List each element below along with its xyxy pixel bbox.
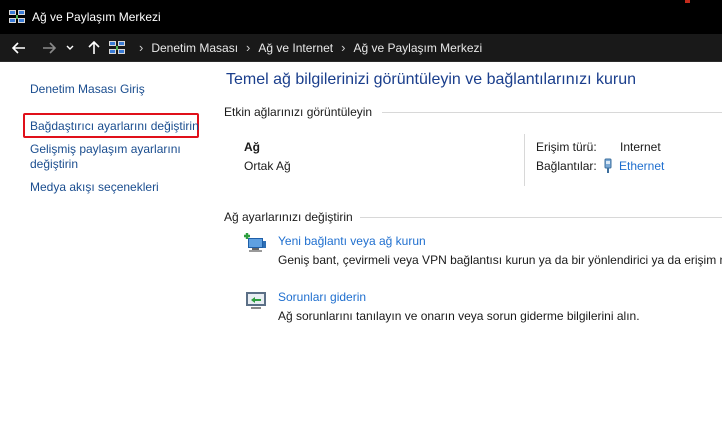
troubleshoot-icon	[246, 292, 266, 309]
new-connection-description: Geniş bant, çevirmeli veya VPN bağlantıs…	[278, 253, 722, 267]
network-center-icon	[9, 10, 25, 23]
up-button[interactable]	[84, 38, 104, 58]
main-content: Temel ağ bilgilerinizi görüntüleyin ve b…	[218, 62, 722, 422]
forward-button[interactable]	[39, 38, 59, 58]
sidebar-item-advanced-sharing-cont[interactable]: değiştirin	[30, 157, 78, 172]
navigation-bar: › Denetim Masası › Ağ ve Internet › Ağ v…	[0, 34, 722, 62]
breadcrumb-separator-icon[interactable]: ›	[238, 37, 258, 59]
breadcrumb-separator-icon[interactable]: ›	[333, 37, 353, 59]
ethernet-link[interactable]: Ethernet	[619, 159, 664, 173]
ethernet-connection[interactable]: Ethernet	[603, 158, 664, 174]
arrow-up-icon	[88, 41, 100, 54]
access-type-value: Internet	[620, 140, 661, 154]
change-settings-heading: Ağ ayarlarınızı değiştirin	[224, 210, 353, 224]
section-divider	[360, 217, 722, 218]
sidebar-item-control-panel-home[interactable]: Denetim Masası Giriş	[30, 82, 145, 97]
network-category[interactable]: Ortak Ağ	[244, 159, 291, 173]
sidebar: Denetim Masası Giriş Bağdaştırıcı ayarla…	[0, 62, 218, 422]
recent-locations-button[interactable]	[63, 38, 77, 58]
breadcrumb-network-sharing-center[interactable]: Ağ ve Paylaşım Merkezi	[353, 37, 482, 59]
arrow-left-icon	[12, 42, 25, 54]
window-title: Ağ ve Paylaşım Merkezi	[32, 10, 161, 24]
breadcrumb-separator-icon[interactable]: ›	[131, 37, 151, 59]
troubleshoot-link[interactable]: Sorunları giderin	[278, 290, 366, 304]
sidebar-item-change-adapter-settings[interactable]: Bağdaştırıcı ayarlarını değiştirin	[30, 119, 199, 134]
back-button[interactable]	[9, 38, 29, 58]
sidebar-item-advanced-sharing[interactable]: Gelişmiş paylaşım ayarlarını	[30, 142, 181, 157]
address-bar[interactable]: › Denetim Masası › Ağ ve Internet › Ağ v…	[108, 37, 720, 59]
access-type-label: Erişim türü:	[536, 140, 597, 154]
new-connection-link[interactable]: Yeni bağlantı veya ağ kurun	[278, 234, 426, 248]
sidebar-item-media-streaming[interactable]: Medya akışı seçenekleri	[30, 180, 159, 195]
window-accent	[685, 0, 690, 3]
troubleshoot-description: Ağ sorunlarını tanılayın ve onarın veya …	[278, 309, 640, 323]
connections-label: Bağlantılar:	[536, 159, 597, 173]
network-name: Ağ	[244, 140, 260, 154]
active-networks-heading: Etkin ağlarınızı görüntüleyin	[224, 105, 373, 119]
chevron-down-icon	[66, 45, 74, 50]
breadcrumb-control-panel[interactable]: Denetim Masası	[151, 37, 238, 59]
arrow-right-icon	[43, 42, 56, 54]
title-bar: Ağ ve Paylaşım Merkezi	[0, 0, 722, 34]
breadcrumb-network-internet[interactable]: Ağ ve Internet	[258, 37, 333, 59]
section-divider	[382, 112, 722, 113]
ethernet-icon	[604, 158, 612, 173]
new-connection-icon	[244, 233, 266, 252]
control-panel-icon	[109, 41, 125, 54]
vertical-divider	[524, 134, 525, 186]
page-title: Temel ağ bilgilerinizi görüntüleyin ve b…	[226, 71, 636, 88]
